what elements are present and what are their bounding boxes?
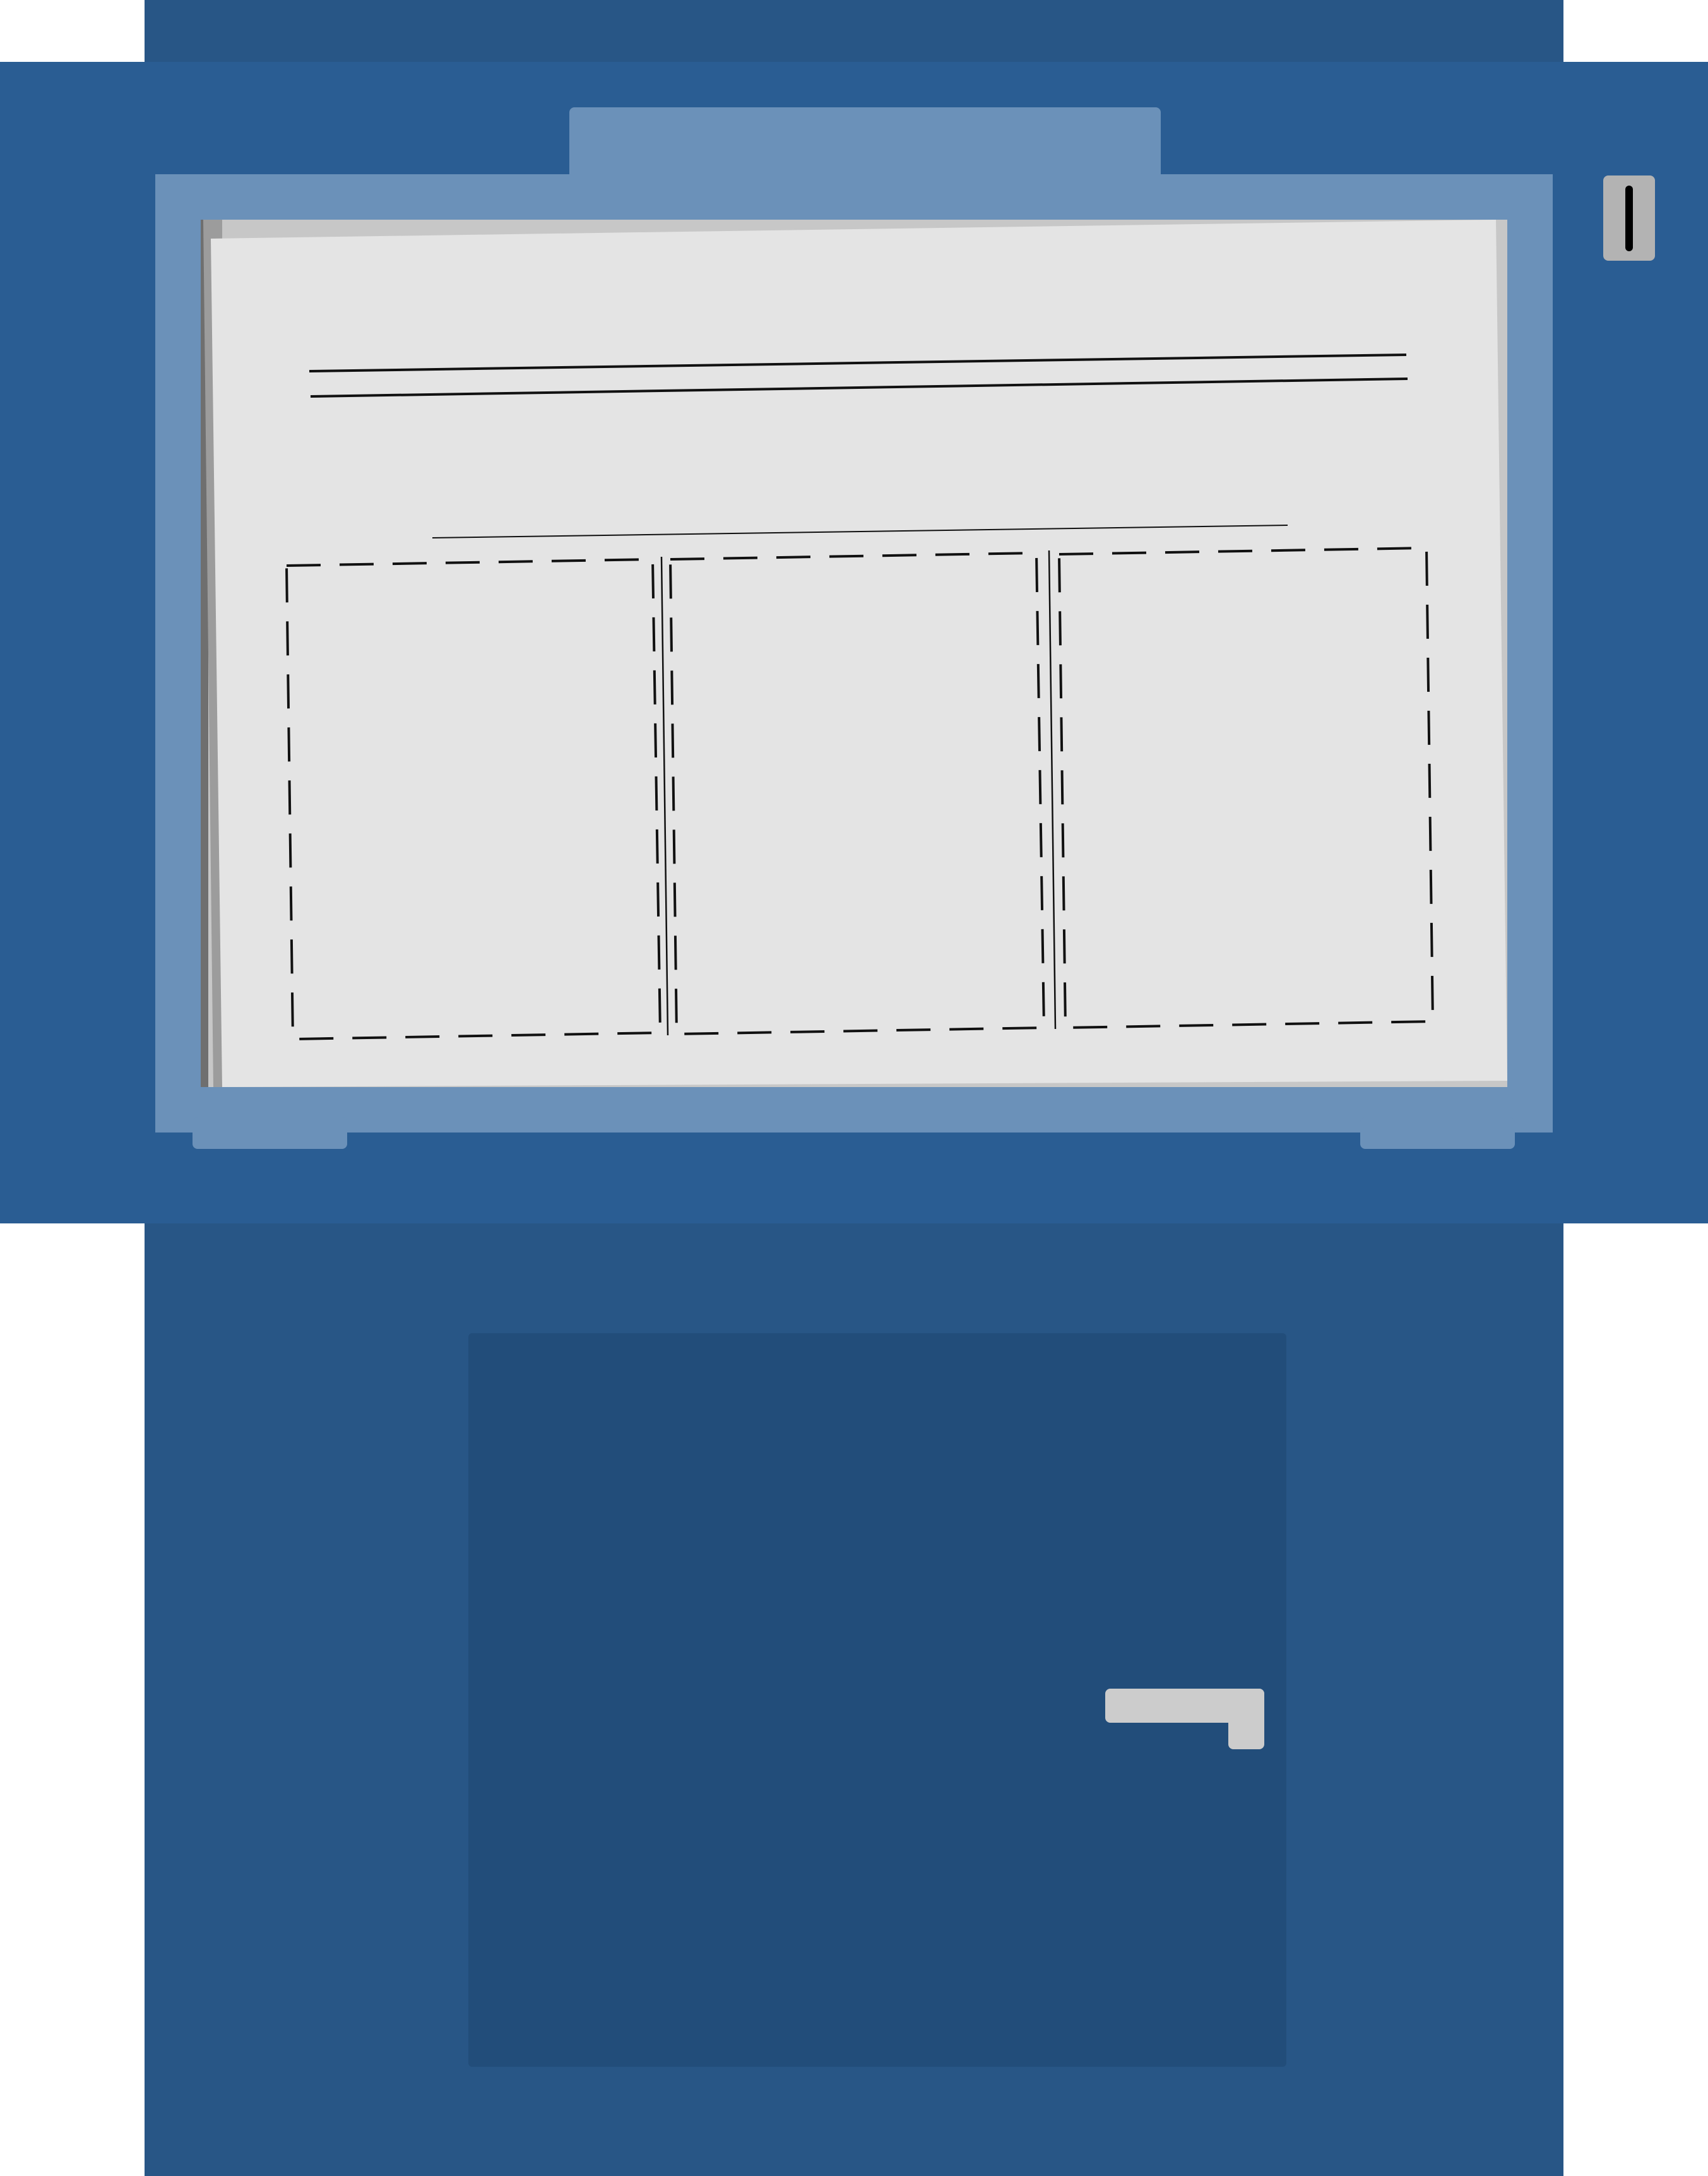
newspaper-page (211, 220, 1507, 1087)
window-frame-foot-left (193, 1117, 347, 1149)
coin-slot-icon[interactable] (1603, 175, 1655, 261)
window-frame-foot-right (1360, 1117, 1515, 1149)
door-handle-hook (1228, 1689, 1264, 1749)
newspaper-vending-box-illustration (0, 0, 1708, 2176)
illustration-canvas (0, 0, 1708, 2176)
coin-slot-opening (1625, 186, 1633, 251)
window-frame-tab (569, 107, 1161, 183)
